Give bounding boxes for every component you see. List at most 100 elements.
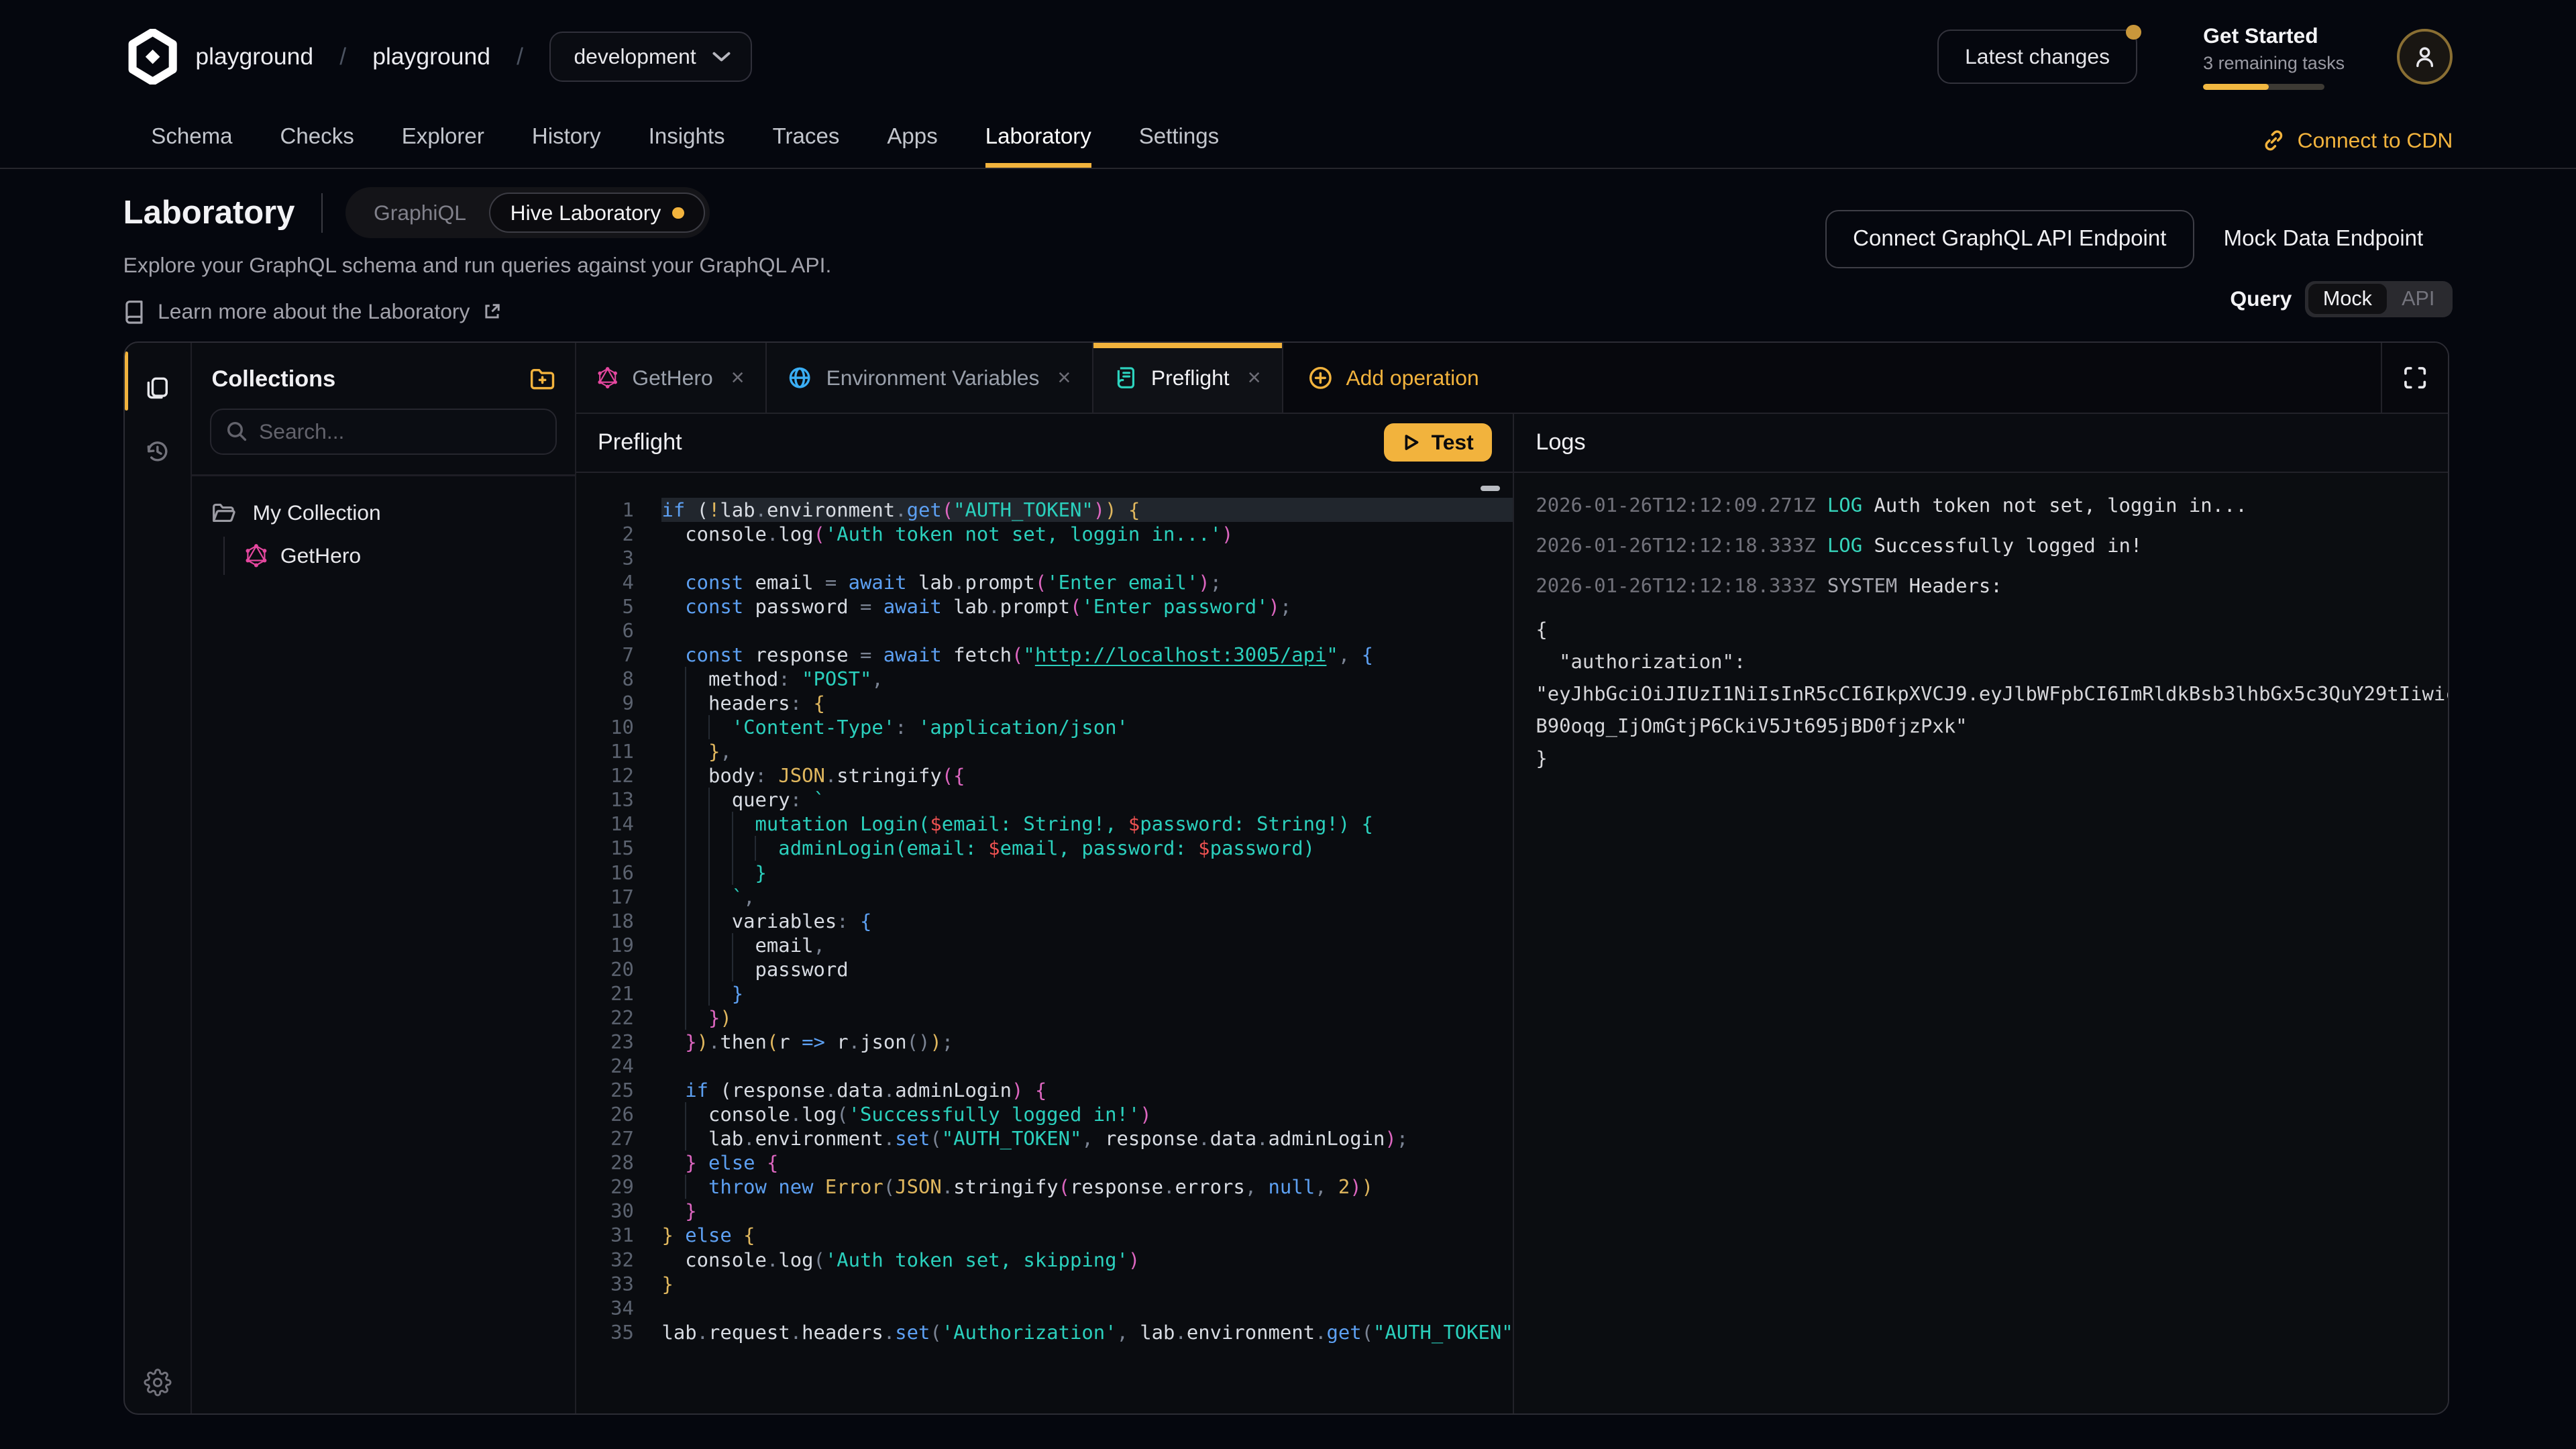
nav-tab-schema[interactable]: Schema xyxy=(151,113,232,168)
code-line[interactable]: 26 console.log('Successfully logged in!'… xyxy=(576,1102,1513,1126)
panel-resize-handle[interactable] xyxy=(1481,486,1500,490)
nav-tab-laboratory[interactable]: Laboratory xyxy=(985,113,1091,168)
code-line[interactable]: 35lab.request.headers.set('Authorization… xyxy=(576,1320,1513,1344)
code-line-content xyxy=(661,1054,1513,1078)
code-line[interactable]: 23 }).then(r => r.json()); xyxy=(576,1030,1513,1054)
code-line[interactable]: 5 const password = await lab.prompt('Ent… xyxy=(576,594,1513,619)
learn-more-link[interactable]: Learn more about the Laboratory xyxy=(123,299,2453,324)
code-line[interactable]: 27 lab.environment.set("AUTH_TOKEN", res… xyxy=(576,1126,1513,1150)
code-line[interactable]: 16 } xyxy=(576,861,1513,885)
code-line[interactable]: 13 query: ` xyxy=(576,788,1513,812)
mode-api[interactable]: API xyxy=(2387,284,2449,314)
mode-mock[interactable]: Mock xyxy=(2308,284,2387,314)
preflight-pane-title: Preflight xyxy=(598,429,682,455)
tab-environment-variables[interactable]: Environment Variables × xyxy=(767,343,1093,412)
close-icon[interactable]: × xyxy=(1248,365,1261,391)
line-number: 21 xyxy=(576,981,661,1006)
code-line[interactable]: 34 xyxy=(576,1296,1513,1320)
code-line[interactable]: 4 const email = await lab.prompt('Enter … xyxy=(576,570,1513,594)
code-line[interactable]: 30 } xyxy=(576,1199,1513,1223)
search-input[interactable] xyxy=(259,419,541,444)
nav-tab-traces[interactable]: Traces xyxy=(773,113,840,168)
nav-tab-apps[interactable]: Apps xyxy=(887,113,937,168)
nav-tab-checks[interactable]: Checks xyxy=(280,113,354,168)
code-line-content: }, xyxy=(661,739,1513,763)
line-number: 27 xyxy=(576,1126,661,1150)
log-json-line: { xyxy=(1536,613,2448,645)
code-line[interactable]: 31} else { xyxy=(576,1223,1513,1247)
code-line[interactable]: 28 } else { xyxy=(576,1150,1513,1175)
test-button[interactable]: Test xyxy=(1384,423,1492,462)
operation-gethero-label: GetHero xyxy=(280,543,361,568)
nav-tab-insights[interactable]: Insights xyxy=(649,113,725,168)
code-line[interactable]: 12 body: JSON.stringify({ xyxy=(576,763,1513,788)
code-line[interactable]: 17 `, xyxy=(576,885,1513,909)
code-line[interactable]: 3 xyxy=(576,546,1513,570)
breadcrumb-org[interactable]: playground xyxy=(195,43,313,70)
code-line[interactable]: 32 console.log('Auth token set, skipping… xyxy=(576,1248,1513,1272)
laboratory-panel: Collections My Collection GetHero xyxy=(123,341,2450,1414)
fullscreen-icon xyxy=(2404,366,2426,389)
tab-preflight-label: Preflight xyxy=(1151,366,1230,390)
toggle-graphiql[interactable]: GraphiQL xyxy=(351,201,490,225)
collection-folder[interactable]: My Collection xyxy=(211,496,555,531)
close-icon[interactable]: × xyxy=(1057,365,1071,391)
tab-preflight[interactable]: Preflight × xyxy=(1093,343,1283,412)
code-line[interactable]: 18 variables: { xyxy=(576,909,1513,933)
collections-rail-button[interactable] xyxy=(133,363,182,412)
nav-tab-history[interactable]: History xyxy=(532,113,601,168)
logs-output[interactable]: 2026-01-26T12:12:09.271Z LOG Auth token … xyxy=(1514,473,2448,1413)
hive-logo-icon[interactable] xyxy=(123,27,182,86)
code-line[interactable]: 15 adminLogin(email: $email, password: $… xyxy=(576,836,1513,860)
code-line[interactable]: 20 password xyxy=(576,957,1513,981)
code-line[interactable]: 7 const response = await fetch("http://l… xyxy=(576,643,1513,667)
history-rail-button[interactable] xyxy=(133,427,182,476)
fullscreen-button[interactable] xyxy=(2381,343,2448,412)
code-editor[interactable]: 1if (!lab.environment.get("AUTH_TOKEN"))… xyxy=(576,473,1513,1413)
connect-graphql-api-endpoint-button[interactable]: Connect GraphQL API Endpoint xyxy=(1825,210,2194,268)
code-line[interactable]: 25 if (response.data.adminLogin) { xyxy=(576,1078,1513,1102)
line-number: 8 xyxy=(576,667,661,691)
log-level-badge: SYSTEM xyxy=(1827,574,1909,597)
log-entry: 2026-01-26T12:12:18.333Z SYSTEM Headers: xyxy=(1536,573,2448,599)
code-line[interactable]: 19 email, xyxy=(576,933,1513,957)
user-avatar[interactable] xyxy=(2397,29,2453,85)
collections-tree: My Collection GetHero xyxy=(192,476,575,595)
code-line[interactable]: 33} xyxy=(576,1272,1513,1296)
get-started-title: Get Started xyxy=(2203,23,2328,48)
code-line[interactable]: 1if (!lab.environment.get("AUTH_TOKEN"))… xyxy=(576,498,1513,522)
code-line[interactable]: 24 xyxy=(576,1054,1513,1078)
add-operation-label: Add operation xyxy=(1346,366,1479,390)
settings-gear-button[interactable] xyxy=(144,1368,172,1397)
latest-changes-button[interactable]: Latest changes xyxy=(1937,30,2137,83)
target-select[interactable]: development xyxy=(549,32,751,82)
code-line[interactable]: 9 headers: { xyxy=(576,691,1513,715)
operation-gethero[interactable]: GetHero xyxy=(246,537,555,575)
code-line[interactable]: 29 throw new Error(JSON.stringify(respon… xyxy=(576,1175,1513,1199)
code-line[interactable]: 6 xyxy=(576,619,1513,643)
mock-data-endpoint-button[interactable]: Mock Data Endpoint xyxy=(2194,211,2453,266)
code-line[interactable]: 14 mutation Login($email: String!, $pass… xyxy=(576,812,1513,836)
breadcrumb-project[interactable]: playground xyxy=(372,43,490,70)
connect-to-cdn-link[interactable]: Connect to CDN xyxy=(2261,113,2453,168)
code-line[interactable]: 10 'Content-Type': 'application/json' xyxy=(576,715,1513,739)
add-operation-button[interactable]: Add operation xyxy=(1283,343,1503,412)
line-number: 20 xyxy=(576,957,661,981)
code-line[interactable]: 22 }) xyxy=(576,1006,1513,1030)
code-line[interactable]: 11 }, xyxy=(576,739,1513,763)
code-line[interactable]: 2 console.log('Auth token not set, loggi… xyxy=(576,522,1513,546)
toggle-hive-laboratory[interactable]: Hive Laboratory xyxy=(489,193,705,233)
close-icon[interactable]: × xyxy=(731,365,745,391)
tab-gethero[interactable]: GetHero × xyxy=(576,343,767,412)
line-number: 7 xyxy=(576,643,661,667)
connect-to-cdn-label: Connect to CDN xyxy=(2298,128,2453,153)
code-line-content: console.log('Successfully logged in!') xyxy=(661,1102,1513,1126)
code-line[interactable]: 8 method: "POST", xyxy=(576,667,1513,691)
code-line[interactable]: 21 } xyxy=(576,981,1513,1006)
nav-tab-explorer[interactable]: Explorer xyxy=(402,113,484,168)
get-started-widget[interactable]: Get Started 3 remaining tasks xyxy=(2203,23,2328,91)
line-number: 34 xyxy=(576,1296,661,1320)
add-collection-button[interactable] xyxy=(529,368,555,390)
nav-tab-settings[interactable]: Settings xyxy=(1139,113,1219,168)
line-number: 17 xyxy=(576,885,661,909)
